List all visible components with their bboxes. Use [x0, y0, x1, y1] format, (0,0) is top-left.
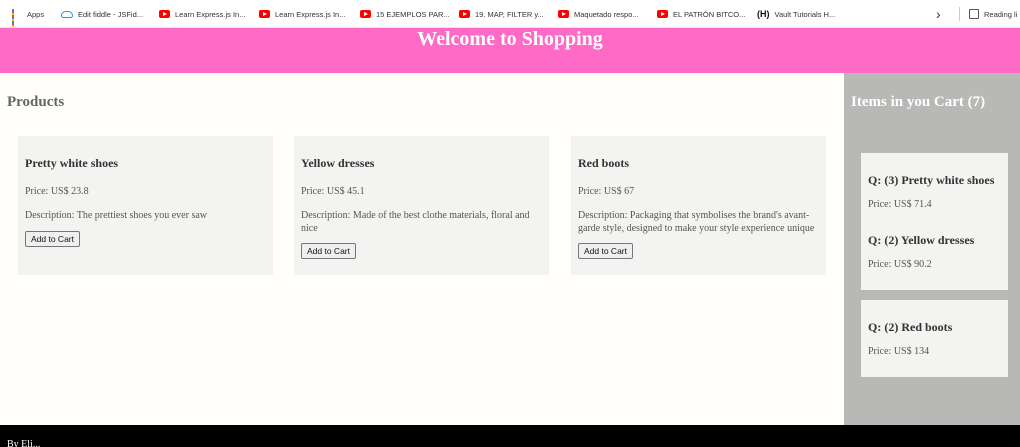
bookmark-youtube-6[interactable]: EL PATRÓN BITCO... — [657, 0, 745, 28]
page-footer: By Eli... — [0, 425, 1020, 447]
bookmark-apps[interactable]: Apps — [12, 0, 44, 28]
bookmark-youtube-1[interactable]: Learn Express.js In... — [159, 0, 245, 28]
bookmark-label: EL PATRÓN BITCO... — [673, 9, 746, 19]
page-header: Welcome to Shopping — [0, 28, 1020, 73]
bookmark-jsfiddle[interactable]: Edit fiddle - JSFid... — [61, 0, 143, 28]
cart-item-name: Q: (3) Pretty white shoes — [868, 173, 995, 187]
product-price: Price: US$ 45.1 — [301, 186, 365, 197]
cart-item-price: Price: US$ 71.4 — [868, 199, 932, 210]
bookmark-label: 15 EJEMPLOS PAR... — [376, 9, 450, 19]
youtube-icon — [558, 10, 569, 18]
bookmark-youtube-5[interactable]: Maquetado respo... — [558, 0, 639, 28]
reading-list-button[interactable]: Reading li — [969, 0, 1017, 28]
cart-item: Q: (2) Red boots Price: US$ 134 — [861, 300, 1008, 377]
youtube-icon — [657, 10, 668, 18]
footer-text: By Eli... — [7, 439, 41, 447]
youtube-icon — [360, 10, 371, 18]
product-price: Price: US$ 67 — [578, 186, 635, 197]
reading-list-label: Reading li — [984, 9, 1018, 19]
youtube-icon — [159, 10, 170, 18]
products-heading: Products — [7, 94, 65, 110]
cart-item-price: Price: US$ 90.2 — [868, 259, 932, 270]
bookmarks-overflow-button[interactable]: › — [936, 0, 941, 28]
bookmark-youtube-4[interactable]: 19. MAP, FILTER y... — [459, 0, 544, 28]
cart-item-name: Q: (2) Yellow dresses — [868, 233, 975, 247]
youtube-icon — [259, 10, 270, 18]
bookmark-vault[interactable]: (H) Vault Tutorials H... — [757, 0, 835, 28]
add-to-cart-button[interactable]: Add to Cart — [578, 243, 633, 259]
apps-grid-icon — [12, 9, 22, 27]
product-card: Red boots Price: US$ 67 Description: Pac… — [571, 136, 826, 275]
bookmark-label: Learn Express.js In... — [175, 9, 246, 19]
bookmark-label: Apps — [27, 9, 45, 19]
cloud-icon — [61, 10, 73, 18]
bookmark-youtube-3[interactable]: 15 EJEMPLOS PAR... — [360, 0, 450, 28]
product-description: Description: The prettiest shoes you eve… — [25, 210, 207, 221]
product-name: Pretty white shoes — [25, 156, 119, 170]
bookmark-label: Edit fiddle - JSFid... — [78, 9, 144, 19]
cart-item: Q: (2) Yellow dresses Price: US$ 90.2 — [861, 213, 1008, 290]
reading-list-icon — [969, 9, 979, 19]
bookmarks-separator — [959, 0, 960, 28]
product-name: Yellow dresses — [301, 156, 375, 170]
add-to-cart-button[interactable]: Add to Cart — [301, 243, 356, 259]
bookmark-youtube-2[interactable]: Learn Express.js In... — [259, 0, 345, 28]
product-card: Yellow dresses Price: US$ 45.1 Descripti… — [294, 136, 549, 275]
chevron-right-icon: › — [936, 6, 941, 22]
product-price: Price: US$ 23.8 — [25, 186, 89, 197]
youtube-icon — [459, 10, 470, 18]
bookmark-label: Learn Express.js In... — [275, 9, 346, 19]
add-to-cart-button[interactable]: Add to Cart — [25, 230, 80, 247]
page-title: Welcome to Shopping — [417, 28, 603, 50]
product-description: Description: Packaging that symbolises t… — [578, 210, 815, 234]
bookmark-label: Maquetado respo... — [574, 9, 639, 19]
bookmarks-bar: Apps Edit fiddle - JSFid... Learn Expres… — [0, 0, 1020, 28]
product-name: Red boots — [578, 156, 630, 170]
cart-item-name: Q: (2) Red boots — [868, 320, 953, 334]
product-description: Description: Made of the best clothe mat… — [301, 210, 530, 234]
bookmark-label: Vault Tutorials H... — [774, 9, 836, 19]
cart-heading: Items in you Cart (7) — [851, 94, 986, 110]
cart-item-price: Price: US$ 134 — [868, 346, 930, 357]
bookmark-label: 19. MAP, FILTER y... — [475, 9, 544, 19]
product-card: Pretty white shoes Price: US$ 23.8 Descr… — [18, 136, 273, 275]
vault-icon: (H) — [757, 9, 770, 19]
cart-sidebar: Items in you Cart (7) Q: (3) Pretty whit… — [844, 73, 1020, 425]
